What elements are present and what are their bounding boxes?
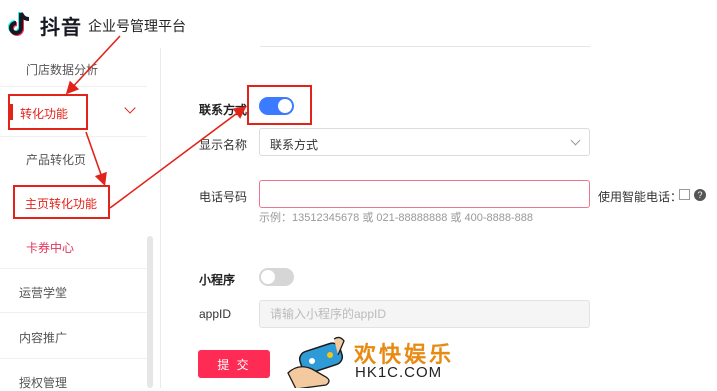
display-name-label: 显示名称 — [199, 138, 248, 152]
phone-label: 电话号码 — [199, 190, 248, 204]
contact-label: 联系方式 — [199, 103, 248, 117]
app-header: 抖音 企业号管理平台 — [0, 0, 717, 48]
toggle-knob — [261, 270, 275, 284]
display-name-select[interactable]: 联系方式 — [259, 128, 590, 156]
sidebar-item-label: 主页转化功能 — [25, 197, 98, 211]
watermark-url: HK1C.COM — [355, 364, 443, 381]
brand-name: 抖音 — [40, 17, 82, 39]
platform-title: 企业号管理平台 — [88, 18, 186, 34]
sidebar-divider — [0, 86, 147, 87]
mini-program-toggle[interactable] — [259, 268, 294, 286]
sidebar-item-coupon-center[interactable]: 卡券中心 — [26, 239, 74, 256]
sidebar-divider — [0, 268, 147, 269]
appid-label: appID — [199, 307, 232, 321]
sidebar-item-conversion[interactable]: 转化功能 — [8, 94, 88, 130]
sidebar-item-store-analysis[interactable]: 门店数据分析 — [26, 61, 98, 78]
sidebar-divider — [0, 358, 147, 359]
phone-hint: 示例：13512345678 或 021-88888888 或 400-8888… — [259, 212, 533, 224]
sidebar-divider — [0, 136, 147, 137]
sidebar-item-product-conversion[interactable]: 产品转化页 — [26, 151, 86, 168]
sidebar-scrollbar[interactable] — [147, 236, 153, 388]
sidebar-item-label: 转化功能 — [20, 107, 69, 121]
sidebar-item-operations-school[interactable]: 运营学堂 — [19, 284, 67, 301]
appid-input[interactable] — [259, 300, 590, 328]
help-icon[interactable]: ? — [694, 189, 706, 201]
smart-phone-label: 使用智能电话： — [598, 190, 683, 204]
annotation-highlight-box — [247, 85, 312, 125]
smart-phone-checkbox[interactable] — [679, 189, 690, 200]
mini-program-label: 小程序 — [199, 273, 236, 287]
chevron-down-icon — [570, 135, 581, 146]
display-name-value: 联系方式 — [270, 138, 319, 152]
active-indicator — [10, 104, 13, 120]
douyin-logo-icon — [8, 12, 30, 36]
phone-input[interactable] — [259, 180, 590, 208]
sidebar-divider — [0, 312, 147, 313]
section-divider — [260, 46, 590, 47]
sidebar-item-homepage-conversion[interactable]: 主页转化功能 — [13, 185, 110, 219]
submit-button[interactable]: 提 交 — [198, 350, 270, 378]
sidebar-item-authorization[interactable]: 授权管理 — [19, 374, 67, 391]
sidebar-item-content-promotion[interactable]: 内容推广 — [19, 329, 67, 346]
